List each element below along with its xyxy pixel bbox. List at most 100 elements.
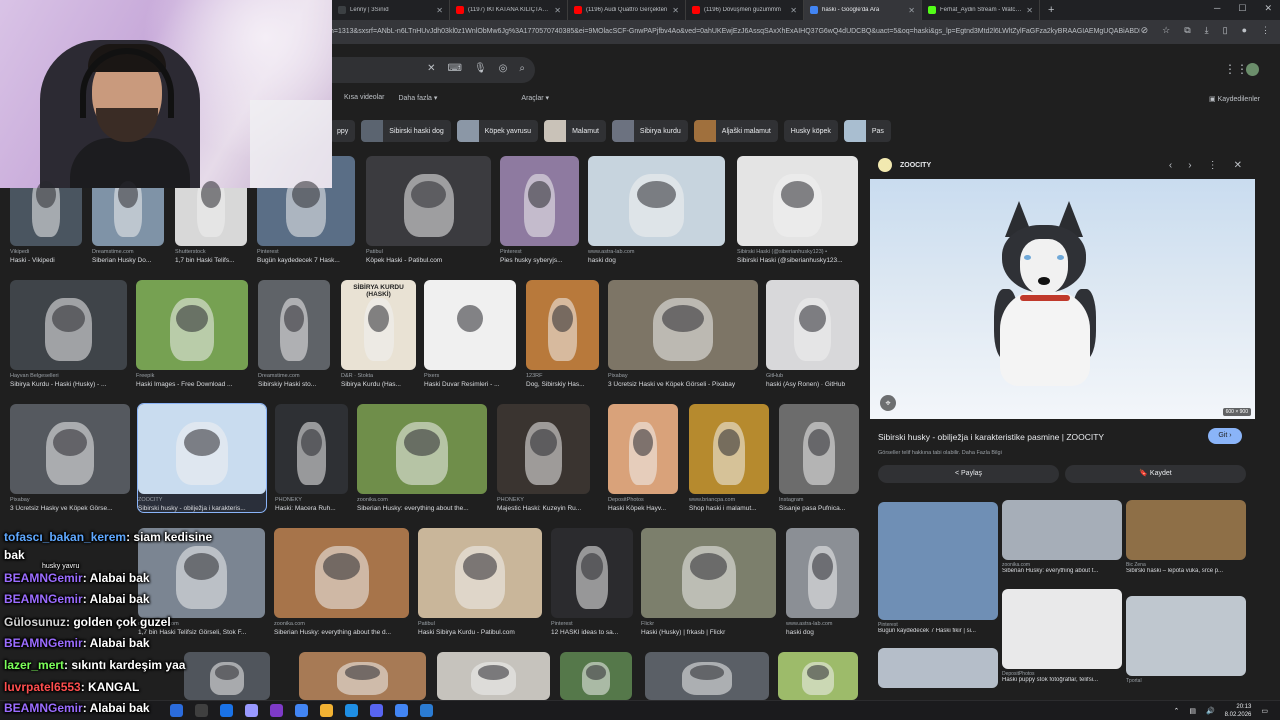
image-source[interactable]: D&R · Stokta (341, 373, 416, 379)
image-thumbnail[interactable] (184, 652, 270, 700)
search-input[interactable]: ✕ ⌨ 🎙 ◎ ⌕ (300, 57, 535, 83)
taskbar-app-icon[interactable] (195, 704, 208, 717)
panel-source[interactable]: ZOOCITY (878, 158, 931, 172)
image-thumbnail[interactable] (737, 156, 858, 246)
image-source[interactable]: www.astra-lab.com (786, 621, 859, 627)
image-thumbnail[interactable] (138, 404, 266, 494)
maximize-icon[interactable]: ☐ (1238, 3, 1246, 14)
related-thumbnail[interactable] (878, 502, 998, 620)
visit-button[interactable]: Git › (1208, 428, 1242, 444)
image-title[interactable]: haski dog (786, 629, 859, 636)
download-icon[interactable]: ⤓ (1205, 25, 1209, 36)
tab-close-icon[interactable]: ✕ (1026, 6, 1033, 15)
image-thumbnail[interactable] (560, 652, 632, 700)
image-thumbnail[interactable] (357, 404, 487, 494)
image-result[interactable]: www.astra-lab.com haski dog (588, 156, 725, 264)
image-title[interactable]: Haski Images - Free Download ... (136, 381, 248, 388)
previous-icon[interactable]: ‹ (1169, 160, 1172, 171)
related-image[interactable]: Tportal (1126, 596, 1246, 684)
image-source[interactable]: Pinterest (257, 249, 355, 255)
image-result[interactable]: Freepik Haski Images - Free Download ... (136, 280, 248, 388)
profile-icon[interactable]: ● (1242, 25, 1247, 36)
related-thumbnail[interactable] (1126, 596, 1246, 676)
image-source[interactable]: www.briancpa.com (689, 497, 769, 503)
tab-close-icon[interactable]: ✕ (672, 6, 679, 15)
image-title[interactable]: Sibirski Haski (@siberianhusky123... (737, 257, 858, 264)
image-thumbnail[interactable] (274, 528, 409, 618)
image-result[interactable]: Pinterest 12 HASKI ideas to sa... (551, 528, 633, 636)
star-icon[interactable]: ☆ (1162, 25, 1170, 36)
image-source[interactable]: DepositPhotos (608, 497, 678, 503)
image-title[interactable]: Siberian Husky: everything about the... (357, 505, 487, 512)
image-title[interactable]: Haski - Vikipedi (10, 257, 82, 264)
tray-arrow-icon[interactable]: ⌃ (1173, 707, 1179, 715)
network-icon[interactable]: ▤ (1189, 707, 1196, 715)
image-source[interactable]: Shutterstock (175, 249, 247, 255)
image-title[interactable]: haski dog (588, 257, 725, 264)
image-title[interactable]: 1,7 bin Haski Telifs... (175, 257, 247, 264)
next-icon[interactable]: › (1188, 160, 1191, 171)
lens-icon[interactable]: ◎ (499, 63, 508, 74)
taskbar-app-icon[interactable] (220, 704, 233, 717)
minimize-icon[interactable]: ─ (1214, 3, 1220, 14)
related-thumbnail[interactable] (1002, 500, 1122, 560)
related-title[interactable]: Bugün kaydedecek 7 Haski fikir | si... (878, 628, 998, 634)
image-title[interactable]: Sisanje pasa Pufnica... (779, 505, 859, 512)
image-result[interactable]: PHONEKY Haski: Macera Ruh... (275, 404, 348, 512)
image-source[interactable]: zoonika.com (274, 621, 409, 627)
image-thumbnail[interactable] (608, 280, 758, 370)
image-source[interactable]: GitHub (766, 373, 859, 379)
related-thumbnail[interactable] (1002, 589, 1122, 669)
search-icon[interactable]: ⌕ (519, 63, 525, 74)
image-result[interactable]: Pinterest Pies husky syberyjs... (500, 156, 579, 264)
image-thumbnail[interactable] (779, 404, 859, 494)
saved-link[interactable]: ▣ Kaydedilenler (1209, 95, 1260, 103)
related-image[interactable]: Bic Žena Sibirski haski – lepota vuka, sr… (1126, 500, 1246, 574)
image-result[interactable]: Flickr Haski (Husky) | frkasb | Flickr (641, 528, 776, 636)
image-result[interactable]: 123RF Dog, Sibirskiy Has... (526, 280, 599, 388)
image-source[interactable]: PHONEKY (275, 497, 348, 503)
search-chip[interactable]: Sibirski haski dog (361, 120, 451, 142)
image-result[interactable]: Pixabay 3 Ücretsiz Hasky ve Köpek Görse..… (10, 404, 130, 512)
avatar[interactable] (1246, 63, 1259, 76)
image-thumbnail[interactable] (136, 280, 248, 370)
clock[interactable]: 20:13 8.02.2026 (1225, 703, 1252, 719)
image-source[interactable]: Pinterest (551, 621, 633, 627)
image-result[interactable]: ZOOCITY Sibirski husky - obilježja i kara… (137, 403, 267, 513)
browser-tab[interactable]: (1196) Dövüşmen guzummm ✕ (686, 0, 804, 20)
image-source[interactable]: Freepik (136, 373, 248, 379)
image-thumbnail[interactable] (551, 528, 633, 618)
related-image[interactable] (878, 648, 998, 688)
image-thumbnail[interactable] (424, 280, 516, 370)
related-title[interactable]: Sibirski haski – lepota vuka, srce p... (1126, 568, 1246, 574)
related-image[interactable]: Pinterest Bugün kaydedecek 7 Haski fikir … (878, 502, 998, 634)
image-result[interactable]: Hayvan Belgeselleri Sibirya Kurdu - Haski… (10, 280, 127, 388)
image-result[interactable]: Patibul Haski Sibirya Kurdu - Patibul.com (418, 528, 542, 636)
image-result[interactable]: Pixers Haski Duvar Resimleri - ... (424, 280, 516, 388)
filter-short-videos[interactable]: Kısa videolar (344, 94, 384, 102)
browser-tab[interactable]: Lenny | 3Sınıd ✕ (332, 0, 450, 20)
image-result[interactable]: Patibul Köpek Haski - Patibul.com (366, 156, 491, 264)
image-thumbnail[interactable] (258, 280, 330, 370)
related-thumbnail[interactable] (1126, 500, 1246, 560)
image-thumbnail[interactable] (497, 404, 590, 494)
image-result[interactable]: www.astra-lab.com haski dog (786, 528, 859, 636)
image-title[interactable]: 3 Ücretsiz Hasky ve Köpek Görse... (10, 505, 130, 512)
notifications-icon[interactable]: ▭ (1261, 707, 1268, 715)
taskbar-app-icon[interactable] (320, 704, 333, 717)
related-title[interactable]: Haski puppy stok fotoğraflar, telifsi... (1002, 677, 1122, 683)
image-source[interactable]: 123RF (526, 373, 599, 379)
image-result[interactable] (560, 652, 632, 700)
image-title[interactable]: haski (Asy Ronen) · GitHub (766, 381, 859, 388)
image-title[interactable]: Haski Sibirya Kurdu - Patibul.com (418, 629, 542, 636)
image-title[interactable]: 12 HASKI ideas to sa... (551, 629, 633, 636)
image-result[interactable]: zoonika.com Siberian Husky: everything ab… (357, 404, 487, 512)
browser-tab[interactable]: (1197) İKİ KATANA KILIÇTAN D ✕ (450, 0, 568, 20)
image-result[interactable] (184, 652, 270, 700)
image-source[interactable]: Pixers (424, 373, 516, 379)
image-thumbnail[interactable] (588, 156, 725, 246)
tab-close-icon[interactable]: ✕ (436, 6, 443, 15)
close-icon[interactable]: ✕ (1234, 160, 1242, 171)
image-title[interactable]: Sibirski husky - obilježja i karakteris.… (138, 505, 266, 512)
image-thumbnail[interactable] (299, 652, 426, 700)
